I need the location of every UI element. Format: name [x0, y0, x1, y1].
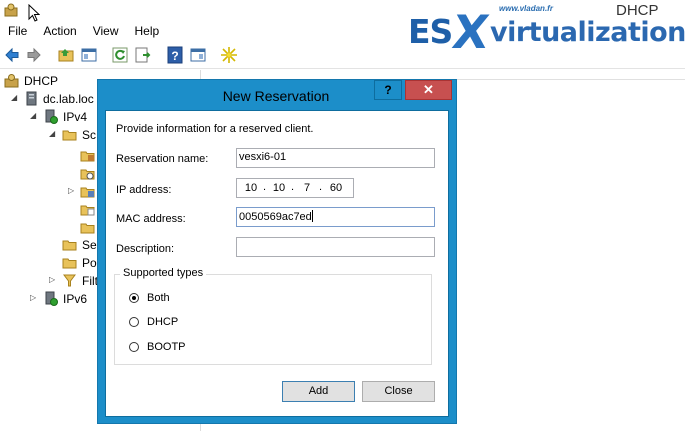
mac-address-value: 0050569ac7ed — [239, 211, 312, 223]
menu-bar: File Action View Help — [0, 21, 400, 41]
export-list-icon[interactable] — [134, 46, 152, 64]
radio-bootp-label[interactable]: BOOTP — [147, 341, 186, 353]
radio-dhcp-label[interactable]: DHCP — [147, 316, 178, 328]
mouse-cursor-icon — [28, 4, 40, 22]
dialog-help-button[interactable]: ? — [374, 80, 402, 100]
tree-label-ipv6: IPv6 — [63, 292, 88, 306]
address-pool-icon[interactable] — [80, 148, 95, 163]
help-icon[interactable]: ? — [166, 46, 184, 64]
new-reservation-dialog: New Reservation ? ✕ Provide information … — [97, 79, 457, 424]
new-star-icon[interactable] — [220, 46, 238, 64]
tree-node-reservations[interactable]: ▷ — [0, 183, 100, 201]
radio-both-label[interactable]: Both — [147, 292, 170, 304]
add-button[interactable]: Add — [282, 381, 355, 402]
forward-arrow-icon[interactable] — [25, 46, 43, 64]
close-button[interactable]: Close — [362, 381, 435, 402]
back-arrow-icon[interactable] — [3, 46, 21, 64]
ipv6-icon — [45, 291, 58, 306]
ip-octet-3[interactable]: 7 — [297, 182, 317, 194]
tree-label-ipv4: IPv4 — [63, 110, 88, 124]
menu-action[interactable]: Action — [35, 21, 84, 41]
reservations-folder-icon — [80, 187, 95, 198]
tree-label-policies: Po — [82, 256, 97, 270]
filter-icon — [63, 274, 76, 287]
expanded-arrow-icon[interactable]: ◢ — [11, 93, 17, 102]
ip-address-label: IP address: — [116, 184, 172, 196]
server-icon — [26, 91, 37, 106]
reservation-name-field[interactable]: vesxi6-01 — [236, 148, 435, 168]
menu-help[interactable]: Help — [127, 21, 168, 41]
policies-icon — [62, 258, 77, 269]
reservation-name-label: Reservation name: — [116, 153, 209, 165]
tree-label-dhcp: DHCP — [24, 74, 59, 88]
tree-label-scope: Sc — [82, 128, 97, 142]
ip-octet-1[interactable]: 10 — [241, 182, 261, 194]
description-label: Description: — [116, 243, 175, 255]
menu-file[interactable]: File — [0, 21, 35, 41]
properties-icon[interactable] — [189, 46, 207, 64]
mac-address-label: MAC address: — [116, 213, 186, 225]
radio-bootp[interactable] — [129, 342, 139, 352]
tree-label-server: dc.lab.loc — [43, 92, 94, 106]
supported-types-group: Supported types Both DHCP BOOTP — [114, 267, 432, 365]
dhcp-app-icon — [4, 3, 18, 17]
ip-dot: . — [319, 181, 323, 193]
expanded-arrow-icon[interactable]: ◢ — [30, 111, 36, 120]
scope-options-icon[interactable] — [80, 202, 95, 217]
expanded-arrow-icon[interactable]: ◢ — [49, 129, 55, 138]
text-caret — [311, 210, 313, 222]
show-hide-pane-icon[interactable] — [80, 46, 98, 64]
tree-node-dhcp[interactable]: DHCP — [0, 72, 100, 90]
folder-up-icon[interactable] — [57, 46, 75, 64]
scope-policies-icon[interactable] — [80, 220, 95, 235]
ip-octet-2[interactable]: 10 — [269, 182, 289, 194]
watermark-url: www.vladan.fr — [499, 4, 553, 13]
radio-both[interactable] — [129, 293, 139, 303]
collapsed-arrow-icon[interactable]: ▷ — [68, 186, 74, 195]
address-leases-icon[interactable] — [80, 166, 95, 181]
tree-label-filters: Filt — [82, 274, 98, 288]
collapsed-arrow-icon[interactable]: ▷ — [30, 293, 36, 302]
description-field[interactable] — [236, 237, 435, 257]
dialog-close-button[interactable]: ✕ — [405, 80, 452, 100]
ip-address-field[interactable]: 10 . 10 . 7 . 60 — [236, 178, 354, 198]
server-options-icon — [62, 240, 77, 251]
folder-icon — [62, 130, 77, 141]
ip-octet-4[interactable]: 60 — [326, 182, 346, 194]
svg-text:?: ? — [171, 49, 178, 63]
dhcp-icon — [4, 74, 19, 88]
dialog-intro-text: Provide information for a reserved clien… — [116, 123, 314, 135]
refresh-icon[interactable] — [111, 46, 129, 64]
toolbar: ? — [0, 42, 685, 69]
menu-view[interactable]: View — [85, 21, 127, 41]
dialog-body: Provide information for a reserved clien… — [105, 110, 449, 417]
collapsed-arrow-icon[interactable]: ▷ — [49, 275, 55, 284]
ip-dot: . — [291, 181, 295, 193]
supported-types-legend: Supported types — [120, 267, 207, 279]
ipv4-icon — [45, 109, 58, 124]
radio-dhcp[interactable] — [129, 317, 139, 327]
mac-address-field[interactable]: 0050569ac7ed — [236, 207, 435, 227]
ip-dot: . — [263, 181, 267, 193]
